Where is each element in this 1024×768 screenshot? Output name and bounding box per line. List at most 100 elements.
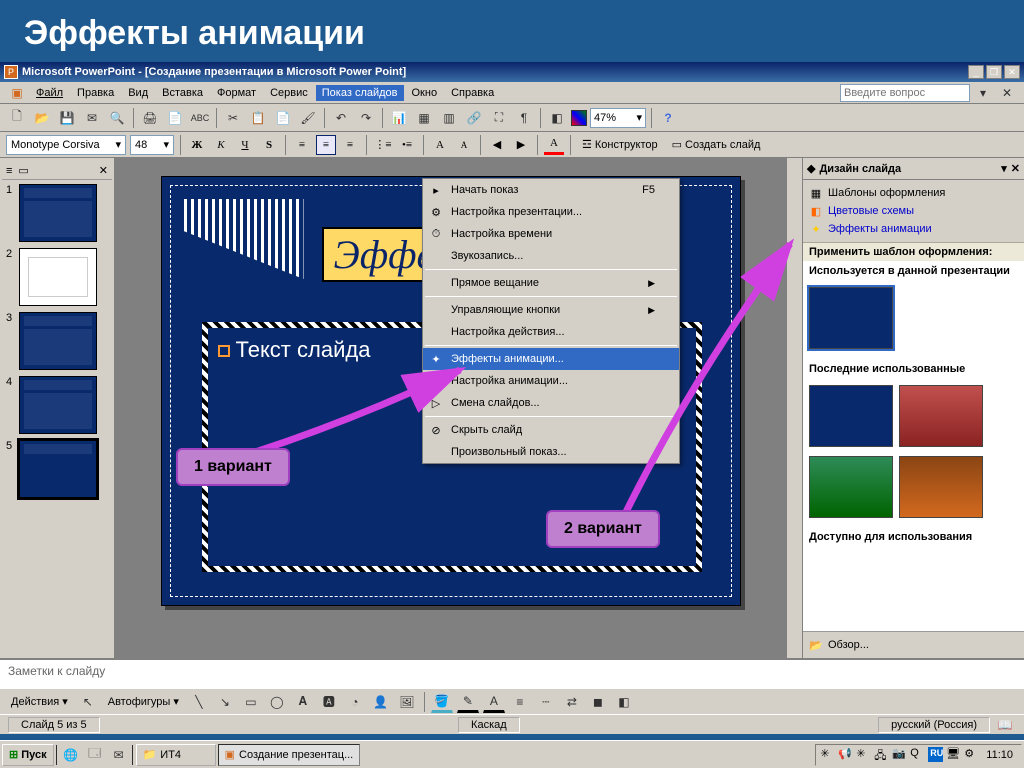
picture-icon[interactable]: 🖼	[396, 691, 418, 713]
tray-icon[interactable]: 📷	[892, 747, 907, 762]
task-folder[interactable]: 📁ИТ4	[136, 744, 216, 766]
fill-color-icon[interactable]: 🪣	[431, 691, 453, 713]
shadow-button[interactable]: S	[259, 135, 279, 155]
dd-broadcast[interactable]: Прямое вещание▶	[423, 272, 679, 294]
task-pane-dropdown-icon[interactable]: ▾	[1001, 162, 1007, 175]
dd-setup-show[interactable]: ⚙Настройка презентации...	[423, 201, 679, 223]
shadow-style-icon[interactable]: ◼	[587, 691, 609, 713]
font-size-select[interactable]: 48▾	[130, 135, 174, 155]
doc-close-button[interactable]: ✕	[996, 82, 1018, 104]
font-color-icon[interactable]: A	[483, 691, 505, 713]
close-pane-icon[interactable]: ✕	[99, 164, 108, 177]
slides-tab-icon[interactable]: ▭	[18, 164, 28, 177]
template-thumb[interactable]	[809, 287, 893, 349]
dd-custom-animation[interactable]: ✧Настройка анимации...	[423, 370, 679, 392]
system-icon[interactable]: ▣	[6, 82, 28, 104]
chart-icon[interactable]: 📊	[388, 107, 410, 129]
help-search-input[interactable]	[840, 84, 970, 102]
menu-view[interactable]: Вид	[122, 85, 154, 101]
spell-icon[interactable]: ABC	[189, 107, 211, 129]
mail-icon[interactable]: ✉	[81, 107, 103, 129]
bullets-button[interactable]: •≡	[397, 135, 417, 155]
increase-font-button[interactable]: A	[430, 135, 450, 155]
redo-icon[interactable]: ↷	[355, 107, 377, 129]
editor-scrollbar[interactable]	[786, 158, 802, 658]
close-button[interactable]: ✕	[1004, 65, 1020, 79]
quicklaunch-icon[interactable]: ✉	[108, 744, 130, 766]
animation-effects-link[interactable]: ✦Эффекты анимации	[809, 220, 1018, 238]
browse-link[interactable]: 📂Обзор...	[809, 636, 1018, 654]
search-icon[interactable]: 🔍	[106, 107, 128, 129]
tray-icon[interactable]: ⚙	[964, 747, 979, 762]
align-center-button[interactable]: ≡	[316, 135, 336, 155]
wordart-icon[interactable]: 🅰	[318, 691, 340, 713]
tray-icon[interactable]: ✳	[856, 747, 871, 762]
save-icon[interactable]: 💾	[56, 107, 78, 129]
quicklaunch-icon[interactable]: 🌐	[60, 744, 82, 766]
dd-animation-schemes[interactable]: ✦Эффекты анимации...	[423, 348, 679, 370]
slide-thumb-5[interactable]	[19, 440, 97, 498]
arrow-style-icon[interactable]: ⇄	[561, 691, 583, 713]
arrow-icon[interactable]: ↘	[214, 691, 236, 713]
dd-hide-slide[interactable]: ⊘Скрыть слайд	[423, 419, 679, 441]
autoshapes-menu[interactable]: Автофигуры ▾	[103, 693, 184, 710]
quicklaunch-icon[interactable]: 🗔	[84, 744, 106, 766]
open-icon[interactable]: 📂	[31, 107, 53, 129]
zoom-select[interactable]: 47%▾	[590, 108, 646, 128]
tray-icon[interactable]: 📢	[838, 747, 853, 762]
preview-icon[interactable]: 📄	[164, 107, 186, 129]
paste-icon[interactable]: 📄	[272, 107, 294, 129]
expand-icon[interactable]: ⛶	[488, 107, 510, 129]
restore-button[interactable]: ❐	[986, 65, 1002, 79]
menu-tools[interactable]: Сервис	[264, 85, 314, 101]
italic-button[interactable]: К	[211, 135, 231, 155]
language-indicator[interactable]: русский (Россия)	[878, 717, 990, 733]
clock[interactable]: 11:10	[982, 749, 1017, 761]
diagram-icon[interactable]: ◔	[344, 691, 366, 713]
template-thumb[interactable]	[809, 385, 893, 447]
menu-edit[interactable]: Правка	[71, 85, 120, 101]
menu-slideshow[interactable]: Показ слайдов	[316, 85, 404, 101]
dd-action-buttons[interactable]: Управляющие кнопки▶	[423, 299, 679, 321]
menu-file[interactable]: Файл	[30, 85, 69, 101]
slide-thumb-2[interactable]	[19, 248, 97, 306]
3d-style-icon[interactable]: ◧	[613, 691, 635, 713]
format-painter-icon[interactable]: 🖌	[297, 107, 319, 129]
dd-start-show[interactable]: ▸Начать показF5	[423, 179, 679, 201]
rectangle-icon[interactable]: ▭	[240, 691, 262, 713]
dd-rehearse[interactable]: ⏱Настройка времени	[423, 223, 679, 245]
select-icon[interactable]: ↖	[77, 691, 99, 713]
notes-pane[interactable]: Заметки к слайду	[0, 658, 1024, 688]
hyperlink-icon[interactable]: 🔗	[463, 107, 485, 129]
template-thumb[interactable]	[899, 385, 983, 447]
line-style-icon[interactable]: ≡	[509, 691, 531, 713]
prev-pane-icon[interactable]: ◆	[807, 162, 815, 175]
minimize-button[interactable]: _	[968, 65, 984, 79]
textbox-icon[interactable]: 𝐀	[292, 691, 314, 713]
slide-thumb-1[interactable]	[19, 184, 97, 242]
dd-slide-transition[interactable]: ▷Смена слайдов...	[423, 392, 679, 414]
grayscale-icon[interactable]: ◧	[546, 107, 568, 129]
actions-menu[interactable]: Действия ▾	[6, 693, 73, 710]
outline-tab-icon[interactable]: ≡	[6, 165, 12, 177]
font-name-select[interactable]: Monotype Corsiva▾	[6, 135, 126, 155]
task-powerpoint[interactable]: ▣Создание презентац...	[218, 744, 361, 766]
lang-indicator[interactable]: RU	[928, 747, 943, 762]
spellcheck-status-icon[interactable]: 📖	[994, 714, 1016, 736]
align-left-button[interactable]: ≡	[292, 135, 312, 155]
menu-insert[interactable]: Вставка	[156, 85, 209, 101]
tray-icon[interactable]: Q	[910, 747, 925, 762]
slide-body-text[interactable]: Текст слайда	[218, 337, 371, 363]
table-icon[interactable]: ▦	[413, 107, 435, 129]
cut-icon[interactable]: ✂	[222, 107, 244, 129]
print-icon[interactable]: 🖨	[139, 107, 161, 129]
color-icon[interactable]	[571, 110, 587, 126]
dash-style-icon[interactable]: ┄	[535, 691, 557, 713]
tray-icon[interactable]: 🖥	[946, 747, 961, 762]
decrease-font-button[interactable]: A	[454, 135, 474, 155]
new-slide-button[interactable]: ▭Создать слайд	[667, 136, 766, 153]
oval-icon[interactable]: ◯	[266, 691, 288, 713]
template-thumb[interactable]	[899, 456, 983, 518]
slide-thumb-4[interactable]	[19, 376, 97, 434]
bold-button[interactable]: Ж	[187, 135, 207, 155]
